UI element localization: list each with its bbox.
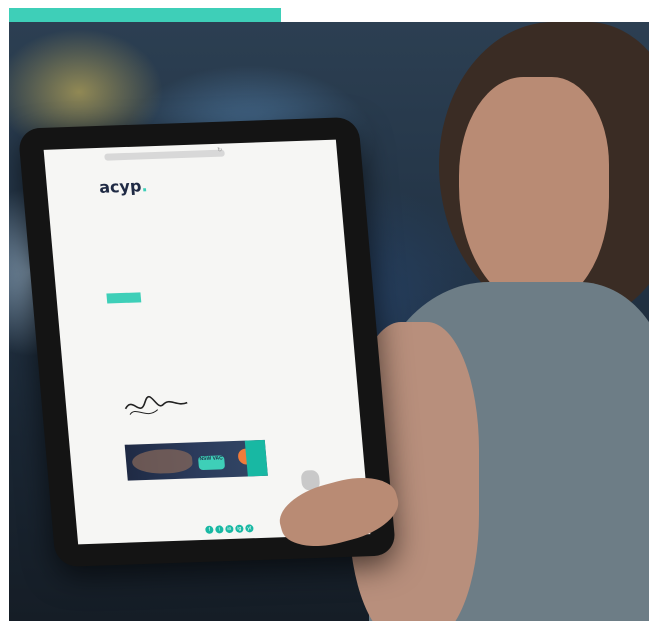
tablet-screen: ↻ acyp. NSW VAC f t in ig yt [43,139,371,545]
footer-unsubscribe [126,516,206,519]
youtube-icon[interactable]: yt [245,524,254,533]
social-icons: f t in ig yt [205,524,254,534]
photo: ↻ acyp. NSW VAC f t in ig yt [9,22,649,621]
twitter-icon[interactable]: t [215,525,224,534]
acyp-logo: acyp. [98,176,149,197]
signer-details [118,421,298,427]
instagram-icon[interactable]: ig [235,524,244,533]
email-paragraph-6 [111,345,291,351]
email-paragraph-4 [108,311,288,317]
footer-disclaimer [125,501,275,506]
facebook-icon[interactable]: f [205,525,214,534]
email-paragraph-5 [110,327,290,333]
email-paragraph-1 [99,202,279,208]
signature [124,395,188,415]
accent-bar [9,8,281,22]
banner-teal-block [244,439,268,477]
logo-text: acyp [98,176,143,197]
email-cta-button[interactable] [106,292,142,304]
email-paragraph-3 [103,245,283,251]
banner-photo [131,448,194,475]
logo-dot: . [140,176,149,196]
refresh-icon: ↻ [217,147,223,154]
email-banner[interactable]: NSW VAC [124,439,268,481]
footer-address [123,485,243,489]
email-signoff [114,373,294,379]
banner-badge: NSW VAC [197,455,226,471]
email-paragraph-2 [100,220,280,226]
linkedin-icon[interactable]: in [225,524,234,534]
browser-address-bar: ↻ [104,147,225,161]
